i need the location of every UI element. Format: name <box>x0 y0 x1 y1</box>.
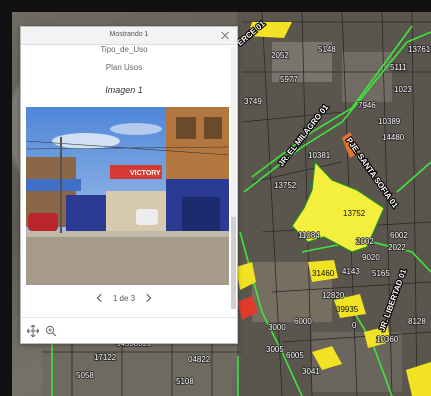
zoom-to-icon[interactable] <box>45 325 57 337</box>
close-icon[interactable] <box>219 29 231 41</box>
popup-header: Mostrando 1 <box>21 27 237 45</box>
parcel-label: 10360 <box>376 335 399 344</box>
photo-cloud <box>110 123 162 135</box>
parcel-label: 14480 <box>382 133 405 142</box>
field-label-tipo-de-uso: Tipo_de_Uso <box>100 45 148 54</box>
parcel-label: 10381 <box>308 151 331 160</box>
parcel-label: 5108 <box>176 377 194 386</box>
parcel-label: 04822 <box>188 355 211 364</box>
popup-scrollbar[interactable] <box>231 47 236 309</box>
parcel-label: 0 <box>352 321 357 330</box>
chevron-left-icon[interactable] <box>95 293 105 303</box>
field-value-tipo-de-uso: Plan Usos <box>105 63 143 72</box>
attachment-pager: 1 de 3 <box>21 293 227 303</box>
popup-scrollbar-thumb[interactable] <box>231 217 236 309</box>
parcel-label: 5977 <box>280 75 298 84</box>
photo-blue-wall-left <box>66 195 106 235</box>
parcel-label: 11084 <box>298 231 320 240</box>
parcel-label: 39935 <box>336 305 359 314</box>
parcel-label: 3041 <box>302 367 320 376</box>
parcel-label: 13761 <box>408 45 431 54</box>
photo-street <box>26 231 229 285</box>
parcel-label: 31460 <box>312 269 335 278</box>
parcel-label: 7946 <box>358 101 376 110</box>
rooftop <box>42 342 232 396</box>
pan-icon[interactable] <box>27 325 39 337</box>
parcel-label: 6000 <box>294 317 312 326</box>
parcel-label: 2022 <box>388 243 406 252</box>
parcel-label: 1023 <box>394 85 412 94</box>
photo-awning <box>26 179 81 191</box>
parcel-label: 6002 <box>390 231 408 240</box>
photo-image: VICTORY <box>26 107 229 285</box>
photo-pole <box>60 137 62 233</box>
attachment-photo[interactable]: VICTORY <box>26 107 229 285</box>
parcel-label: 13752 <box>274 181 297 190</box>
photo-window <box>204 117 222 139</box>
photo-banner-text: VICTORY <box>130 170 161 177</box>
pager-label: 1 de 3 <box>112 293 136 303</box>
parcel-label: 10389 <box>378 117 401 126</box>
parcel-label: 8128 <box>408 317 426 326</box>
parcel-label: 5148 <box>318 45 336 54</box>
parcel-label: 3005 <box>266 345 284 354</box>
popup-title: Mostrando 1 <box>109 31 149 38</box>
parcel-label: 9020 <box>362 253 380 262</box>
parcel-label: 12820 <box>322 291 345 300</box>
chevron-right-icon[interactable] <box>143 293 153 303</box>
parcel-label: 3000 <box>268 323 286 332</box>
parcel-label: 4143 <box>342 267 360 276</box>
parcel-label: 5058 <box>76 371 94 380</box>
parcel-label: 5111 <box>390 63 407 72</box>
parcel-label-highlight: 13752 <box>343 209 366 218</box>
parcel-label: 3749 <box>244 97 262 106</box>
feature-popup[interactable]: Mostrando 1 Tipo_de_Uso Plan Usos Imagen… <box>20 26 238 344</box>
image-heading: Imagen 1 <box>105 85 143 95</box>
photo-white-van <box>136 209 158 225</box>
photo-red-car <box>28 213 58 231</box>
parcel-label: 17122 <box>94 353 117 362</box>
parcel-label: 2052 <box>271 51 289 60</box>
parcel-label: 2002 <box>356 237 374 246</box>
photo-window <box>176 117 196 139</box>
popup-footer <box>21 317 237 343</box>
photo-sidewalk <box>26 231 229 237</box>
parcel-label: 6005 <box>286 351 304 360</box>
parcel-label: 5165 <box>372 269 390 278</box>
